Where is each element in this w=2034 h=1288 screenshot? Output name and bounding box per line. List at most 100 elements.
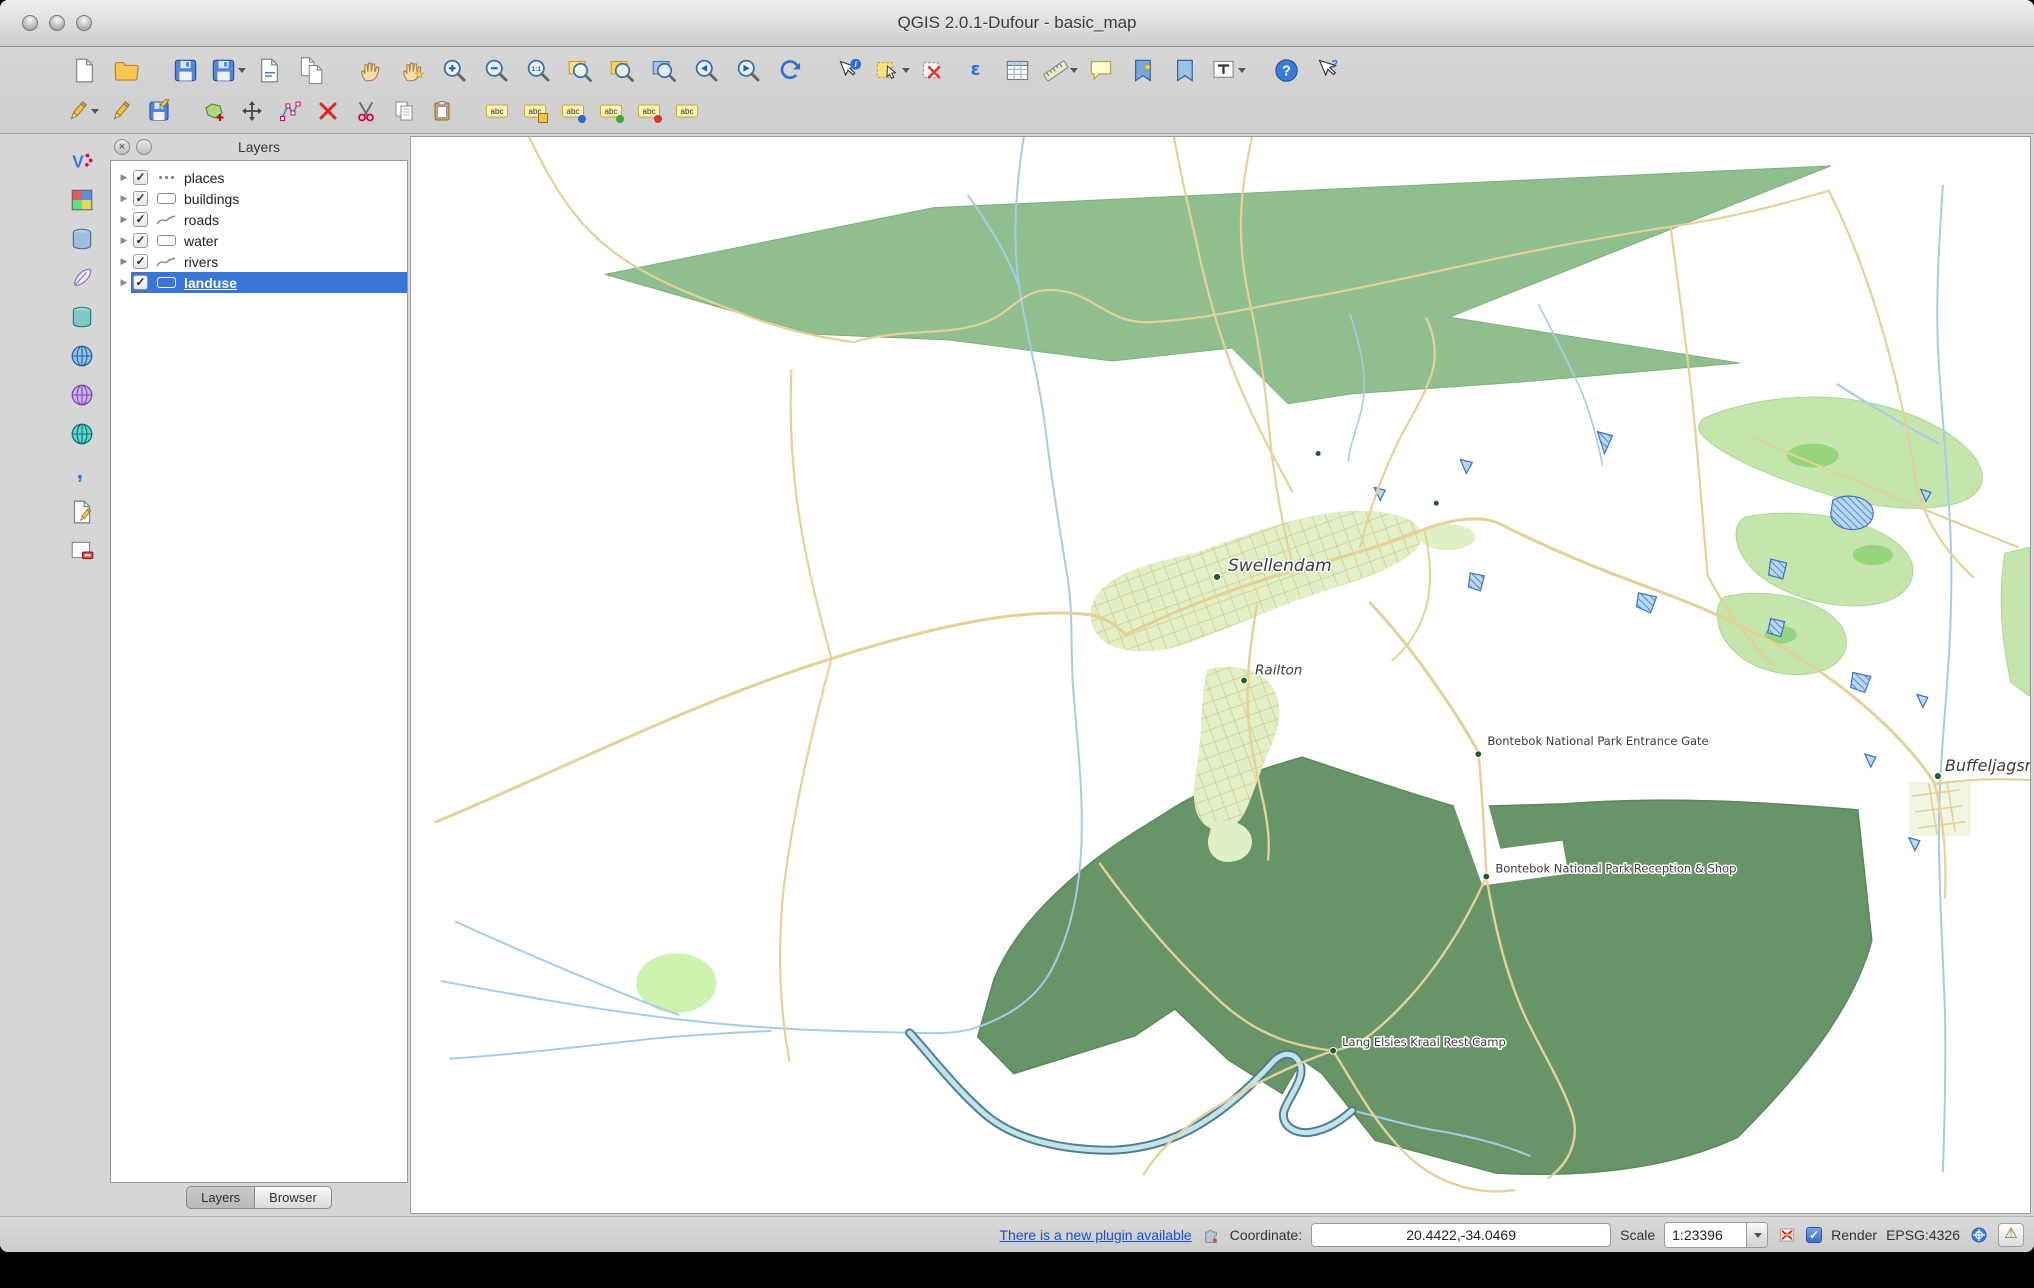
toolbar-area: ε [0,47,2034,134]
pin-labels-button[interactable] [516,95,553,127]
expand-arrow-icon[interactable]: ▶ [117,277,131,288]
new-bookmark-button[interactable] [1123,52,1164,88]
layer-row-places[interactable]: ▶ ✓ places [111,167,407,188]
add-wfs-layer-button[interactable] [62,417,102,451]
expand-arrow-icon[interactable]: ▶ [117,172,131,183]
float-panel-button[interactable] [136,139,152,155]
plugin-icon[interactable] [1201,1225,1221,1245]
show-bookmarks-button[interactable] [1165,52,1206,88]
close-panel-button[interactable]: × [114,139,130,155]
close-button[interactable] [22,15,38,31]
add-raster-layer-button[interactable] [62,183,102,217]
labeling-options-button[interactable] [478,95,515,127]
layer-checkbox[interactable]: ✓ [133,170,148,185]
zoom-window-button[interactable] [76,15,92,31]
text-annotation-button[interactable] [1207,52,1248,88]
zoom-full-extent-button[interactable] [560,52,601,88]
zoom-next-button[interactable] [728,52,769,88]
layer-row-roads[interactable]: ▶ ✓ roads [111,209,407,230]
zoom-to-selection-button[interactable] [602,52,643,88]
composer-manager-button[interactable] [291,52,332,88]
render-checkbox[interactable]: ✓ [1806,1227,1822,1243]
pan-map-button[interactable] [350,52,391,88]
add-postgis-layer-button[interactable] [62,222,102,256]
title-bar[interactable]: QGIS 2.0.1-Dufour - basic_map [0,0,2034,47]
pan-to-selection-button[interactable] [392,52,433,88]
log-messages-icon[interactable]: ⚠ [1998,1223,2024,1247]
scale-combo[interactable]: 1:23396 [1664,1222,1768,1248]
scale-dropdown-button[interactable] [1746,1223,1767,1247]
zoom-to-layer-button[interactable] [644,52,685,88]
remove-layer-button[interactable] [62,534,102,568]
crs-status-icon[interactable] [1969,1225,1989,1245]
minimize-button[interactable] [49,15,65,31]
tab-browser[interactable]: Browser [255,1186,332,1209]
layer-checkbox[interactable]: ✓ [133,233,148,248]
save-project-button[interactable] [165,52,206,88]
map-label-reception: Bontebok National Park Reception & Shop [1495,862,1736,876]
stop-render-icon[interactable] [1777,1225,1797,1245]
zoom-last-button[interactable] [686,52,727,88]
save-project-as-button[interactable] [207,52,248,88]
highlight-pinned-labels-button[interactable] [554,95,591,127]
paste-features-button[interactable] [423,95,460,127]
select-features-button[interactable] [871,52,912,88]
add-mssql-layer-button[interactable] [62,300,102,334]
polygon-layer-icon [154,192,178,206]
layer-row-landuse[interactable]: ▶ ✓ landuse [111,272,407,293]
chevron-down-icon [1754,1233,1762,1238]
add-wcs-layer-button[interactable] [62,378,102,412]
change-label-button[interactable] [668,95,705,127]
add-spatialite-layer-button[interactable] [62,261,102,295]
map-label-railton: Railton [1255,663,1302,679]
layer-row-buildings[interactable]: ▶ ✓ buildings [111,188,407,209]
field-calculator-button[interactable]: ε [955,52,996,88]
expand-arrow-icon[interactable]: ▶ [117,214,131,225]
help-button[interactable] [1266,52,1307,88]
node-tool-button[interactable] [271,95,308,127]
map-tips-button[interactable] [1081,52,1122,88]
whats-this-button[interactable] [1308,52,1349,88]
save-edits-button[interactable] [140,95,177,127]
place-marker [1315,451,1321,457]
attribute-table-button[interactable] [997,52,1038,88]
layer-checkbox[interactable]: ✓ [133,275,148,290]
layer-row-water[interactable]: ▶ ✓ water [111,230,407,251]
map-canvas[interactable]: Swellendam Railton Bontebok National Par… [410,136,2031,1214]
toggle-editing-button[interactable] [102,95,139,127]
zoom-in-button[interactable] [434,52,475,88]
refresh-map-button[interactable] [770,52,811,88]
new-plugin-link[interactable]: There is a new plugin available [999,1227,1191,1243]
current-edits-button[interactable] [64,95,101,127]
layer-row-rivers[interactable]: ▶ ✓ rivers [111,251,407,272]
move-feature-button[interactable] [233,95,270,127]
new-composer-button[interactable] [249,52,290,88]
place-marker [1213,573,1220,580]
expand-arrow-icon[interactable]: ▶ [117,193,131,204]
rotate-label-button[interactable] [630,95,667,127]
move-label-button[interactable] [592,95,629,127]
add-wms-layer-button[interactable] [62,339,102,373]
new-shapefile-layer-button[interactable] [62,495,102,529]
new-project-button[interactable] [64,52,105,88]
measure-button[interactable] [1039,52,1080,88]
deselect-features-button[interactable] [913,52,954,88]
add-feature-button[interactable] [195,95,232,127]
identify-features-button[interactable] [829,52,870,88]
zoom-out-button[interactable] [476,52,517,88]
expand-arrow-icon[interactable]: ▶ [117,235,131,246]
coordinate-input[interactable] [1311,1223,1611,1247]
zoom-native-button[interactable] [518,52,559,88]
cut-features-button[interactable] [347,95,384,127]
layer-checkbox[interactable]: ✓ [133,191,148,206]
add-delimited-text-layer-button[interactable] [62,456,102,490]
open-project-button[interactable] [106,52,147,88]
expand-arrow-icon[interactable]: ▶ [117,256,131,267]
layer-checkbox[interactable]: ✓ [133,212,148,227]
add-vector-layer-button[interactable] [62,144,102,178]
tab-layers[interactable]: Layers [186,1186,255,1209]
layer-checkbox[interactable]: ✓ [133,254,148,269]
delete-selected-button[interactable] [309,95,346,127]
place-marker [1483,873,1490,880]
copy-features-button[interactable] [385,95,422,127]
